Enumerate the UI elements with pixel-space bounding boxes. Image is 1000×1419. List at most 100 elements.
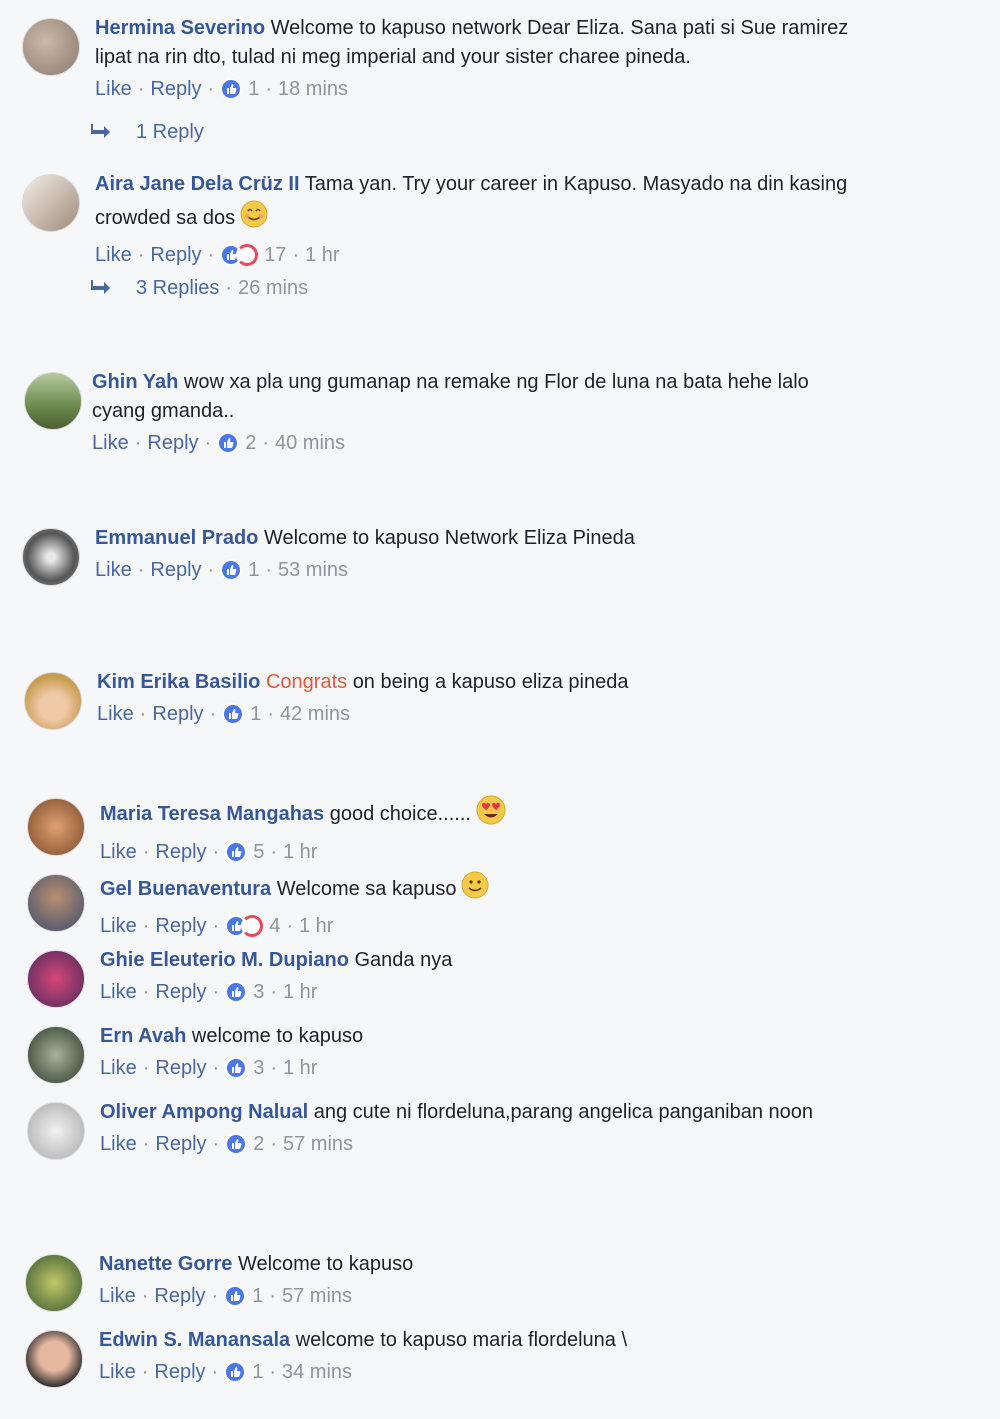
reply-button[interactable]: Reply	[147, 430, 198, 456]
commenter-name[interactable]: Ern Avah	[100, 1025, 186, 1047]
reactions[interactable]	[217, 432, 240, 454]
smile-emoji-icon	[239, 199, 269, 238]
separator: ·	[211, 1361, 219, 1383]
separator: ·	[207, 244, 215, 266]
timestamp[interactable]: 1 hr	[283, 1055, 317, 1081]
commenter-name[interactable]: Nanette Gorre	[99, 1253, 232, 1275]
separator: ·	[212, 981, 220, 1003]
reaction-count: 3	[253, 1057, 265, 1079]
reactions[interactable]	[225, 1057, 248, 1079]
timestamp[interactable]: 42 mins	[280, 701, 350, 727]
like-reaction-icon	[222, 703, 245, 725]
reply-button[interactable]: Reply	[150, 242, 201, 268]
reply-arrow-icon	[90, 277, 114, 300]
like-button[interactable]: Like	[100, 839, 137, 865]
timestamp[interactable]: 53 mins	[278, 557, 348, 583]
comment-actions: Like · Reply · 17 · 1 hr	[95, 242, 865, 268]
avatar[interactable]	[27, 874, 85, 932]
replies-count[interactable]: 1 Reply	[136, 121, 204, 144]
commenter-name[interactable]: Oliver Ampong Nalual	[100, 1101, 308, 1123]
like-button[interactable]: Like	[99, 1359, 136, 1385]
avatar[interactable]	[22, 174, 80, 232]
comment-text-block: Ghie Eleuterio M. Dupiano Ganda nya	[100, 946, 870, 975]
reply-button[interactable]: Reply	[155, 1055, 206, 1081]
reactions[interactable]	[225, 981, 248, 1003]
commenter-name[interactable]: Aira Jane Dela Crüz II	[95, 173, 300, 195]
commenter-name[interactable]: Hermina Severino	[95, 17, 265, 39]
separator: ·	[137, 78, 145, 100]
reactions[interactable]	[225, 915, 264, 937]
separator: ·	[209, 703, 217, 725]
avatar[interactable]	[27, 950, 85, 1008]
reply-button[interactable]: Reply	[155, 839, 206, 865]
like-button[interactable]: Like	[99, 1283, 136, 1309]
like-button[interactable]: Like	[97, 701, 134, 727]
avatar[interactable]	[22, 18, 80, 76]
replies-count[interactable]: 3 Replies	[136, 277, 219, 300]
avatar[interactable]	[27, 1102, 85, 1160]
slight-emoji-icon	[460, 870, 490, 909]
reactions[interactable]	[224, 1361, 247, 1383]
timestamp[interactable]: 1 hr	[299, 913, 333, 939]
timestamp[interactable]: 57 mins	[283, 1131, 353, 1157]
separator: ·	[141, 1285, 149, 1307]
reactions[interactable]	[224, 1285, 247, 1307]
comment-text: good choice......	[329, 802, 471, 825]
view-replies-link[interactable]: 3 Replies · 26 mins	[90, 277, 308, 300]
commenter-name[interactable]: Ghie Eleuterio M. Dupiano	[100, 949, 349, 971]
commenter-name[interactable]: Edwin S. Manansala	[99, 1329, 290, 1351]
timestamp[interactable]: 34 mins	[282, 1359, 352, 1385]
avatar[interactable]	[27, 798, 85, 856]
timestamp[interactable]: 1 hr	[305, 242, 339, 268]
like-button[interactable]: Like	[92, 430, 129, 456]
reactions[interactable]	[225, 1133, 248, 1155]
reply-button[interactable]: Reply	[152, 701, 203, 727]
commenter-name[interactable]: Emmanuel Prado	[95, 527, 258, 549]
comment-text-block: Ghin Yah wow xa pla ung gumanap na remak…	[92, 368, 862, 426]
separator: ·	[269, 1285, 276, 1307]
avatar[interactable]	[24, 372, 82, 430]
love-reaction-icon	[236, 244, 259, 266]
commenter-name[interactable]: Kim Erika Basilio	[97, 671, 260, 693]
replies-timestamp: 26 mins	[238, 277, 309, 299]
comment-text: on being a kapuso eliza pineda	[352, 671, 629, 693]
like-button[interactable]: Like	[100, 1055, 137, 1081]
avatar[interactable]	[25, 1330, 83, 1388]
like-button[interactable]: Like	[95, 242, 132, 268]
reaction-count: 4	[269, 915, 281, 937]
comment-link[interactable]: Congrats	[266, 671, 347, 693]
timestamp[interactable]: 40 mins	[275, 430, 345, 456]
like-button[interactable]: Like	[95, 76, 132, 102]
timestamp[interactable]: 1 hr	[283, 979, 317, 1005]
comment-text-block: Ern Avah welcome to kapuso	[100, 1022, 870, 1051]
commenter-name[interactable]: Maria Teresa Mangahas	[100, 803, 324, 825]
reply-button[interactable]: Reply	[155, 1131, 206, 1157]
like-button[interactable]: Like	[95, 557, 132, 583]
reactions[interactable]	[225, 841, 248, 863]
reply-button[interactable]: Reply	[150, 76, 201, 102]
timestamp[interactable]: 57 mins	[282, 1283, 352, 1309]
commenter-name[interactable]: Ghin Yah	[92, 371, 178, 393]
reactions[interactable]	[220, 559, 243, 581]
like-button[interactable]: Like	[100, 913, 137, 939]
reply-button[interactable]: Reply	[150, 557, 201, 583]
reply-button[interactable]: Reply	[155, 979, 206, 1005]
reply-button[interactable]: Reply	[154, 1283, 205, 1309]
avatar[interactable]	[22, 528, 80, 586]
reactions[interactable]	[220, 244, 259, 266]
reactions[interactable]	[220, 78, 243, 100]
like-button[interactable]: Like	[100, 1131, 137, 1157]
avatar[interactable]	[27, 1026, 85, 1084]
timestamp[interactable]: 18 mins	[278, 76, 348, 102]
reply-button[interactable]: Reply	[155, 913, 206, 939]
commenter-name[interactable]: Gel Buenaventura	[100, 878, 271, 900]
avatar[interactable]	[25, 1254, 83, 1312]
avatar[interactable]	[24, 672, 82, 730]
timestamp[interactable]: 1 hr	[283, 839, 317, 865]
view-replies-link[interactable]: 1 Reply	[90, 121, 204, 144]
reply-button[interactable]: Reply	[154, 1359, 205, 1385]
like-button[interactable]: Like	[100, 979, 137, 1005]
reactions[interactable]	[222, 703, 245, 725]
separator: ·	[270, 981, 277, 1003]
reaction-count: 1	[252, 1361, 264, 1383]
